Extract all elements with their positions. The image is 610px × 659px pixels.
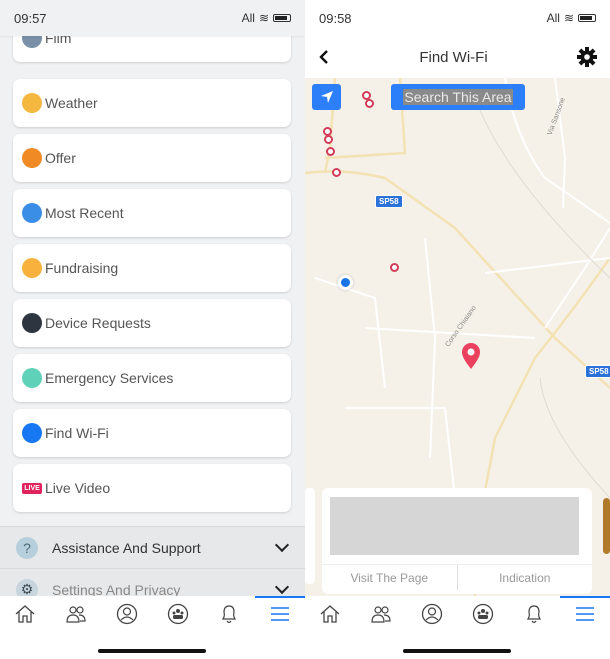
friends-icon [371,606,391,623]
profile-icon [116,603,138,625]
chevron-down-icon[interactable] [274,579,290,595]
section-label: Assistance And Support [52,539,201,556]
weather-icon [22,93,42,113]
heart-icon [22,258,42,278]
profile-icon [421,603,443,625]
status-time: 09:57 [14,10,47,26]
tab-profile[interactable] [412,599,452,629]
help-icon: ? [16,536,38,559]
settings-gear-icon[interactable] [576,46,598,68]
hamburger-menu-icon [270,607,289,621]
tab-home[interactable] [5,599,45,629]
hamburger-menu-icon [575,607,594,621]
menu-item-label: Emergency Services [45,370,174,386]
tab-groups[interactable] [463,599,503,629]
header: Find Wi-Fi [305,36,610,78]
bottom-tab-bar [305,596,610,632]
tab-friends[interactable] [361,599,401,629]
carrier-label: All [241,11,255,25]
tab-menu[interactable] [559,596,610,629]
bell-icon [526,605,541,624]
menu-item-offer[interactable]: Offer [13,134,291,182]
tab-home[interactable] [310,599,350,629]
menu-screen: 09:57 All ≋ Film Weather Offer Most Recent F… [0,0,305,659]
indication-button[interactable]: Indication [458,565,593,590]
search-this-area-button[interactable]: Search This Area [391,84,525,110]
offer-tag-icon [22,148,42,168]
status-time: 09:58 [319,10,352,26]
menu-item-find-wi-fi[interactable]: Find Wi-Fi [13,409,291,457]
menu-item-fundraising[interactable]: Fundraising [13,244,291,292]
battery-icon [273,14,291,22]
road-tag-sp58: SP58 [375,195,403,208]
home-indicator [403,649,511,653]
home-icon [15,605,35,623]
most-recent-icon [22,203,42,223]
device-icon [22,313,42,333]
place-card[interactable]: Visit The Page Indication [322,488,592,594]
wifi-hotspot-marker[interactable] [324,135,333,144]
groups-icon [472,603,494,625]
back-chevron-icon[interactable] [317,48,331,66]
menu-item-label: Weather [45,95,98,111]
tab-friends[interactable] [56,599,96,629]
menu-item-live-video[interactable]: LIVE Live Video [13,464,291,512]
search-this-area-label: Search This Area [403,89,513,105]
carrier-label: All [546,11,560,25]
menu-item-label: Device Requests [45,315,151,331]
wifi-hotspot-marker[interactable] [326,147,335,156]
place-image-placeholder [330,497,579,555]
road-tag-sp58: SP58 [585,365,610,378]
menu-item-emergency-services[interactable]: Emergency Services [13,354,291,402]
next-place-card[interactable] [603,498,610,554]
menu-item-label: Live Video [45,480,111,496]
live-icon: LIVE [22,482,42,494]
home-indicator [98,649,206,653]
prev-place-card[interactable] [305,488,315,584]
menu-item-label: Find Wi-Fi [45,425,109,441]
groups-icon [167,603,189,625]
tab-groups[interactable] [158,599,198,629]
find-wifi-screen: 09:58 All ≋ Find Wi-Fi Search This Area … [305,0,610,659]
location-arrow-icon [320,91,333,103]
wifi-signal-icon: ≋ [258,11,269,25]
page-title: Find Wi-Fi [419,48,488,66]
status-bar: 09:57 All ≋ [0,0,305,36]
locate-me-button[interactable] [312,84,341,110]
menu-item-label: Fundraising [45,260,119,276]
wifi-hotspot-marker[interactable] [365,99,374,108]
menu-item-label: Offer [45,150,76,166]
battery-icon [578,14,596,22]
menu-item-device-requests[interactable]: Device Requests [13,299,291,347]
wifi-hotspot-marker[interactable] [390,263,399,272]
status-bar: 09:58 All ≋ [305,0,610,36]
wifi-hotspot-marker[interactable] [332,168,341,177]
current-location-dot [338,275,353,290]
menu-item-weather[interactable]: Weather [13,79,291,127]
section-assistance-support[interactable]: ? Assistance And Support [0,526,305,568]
menu-item-label: Most Recent [45,205,124,221]
tab-menu[interactable] [254,596,305,629]
tab-notifications[interactable] [209,599,249,629]
friends-icon [66,606,86,623]
menu-item-most-recent[interactable]: Most Recent [13,189,291,237]
tab-profile[interactable] [107,599,147,629]
selected-place-pin-icon[interactable] [460,342,482,370]
home-icon [320,605,340,623]
tab-notifications[interactable] [514,599,554,629]
bottom-tab-bar [0,596,305,632]
chevron-down-icon[interactable] [274,537,290,553]
emergency-icon [22,368,42,388]
visit-page-button[interactable]: Visit The Page [322,565,458,590]
bell-icon [221,605,236,624]
wifi-icon [22,423,42,443]
wifi-signal-icon: ≋ [563,11,574,25]
